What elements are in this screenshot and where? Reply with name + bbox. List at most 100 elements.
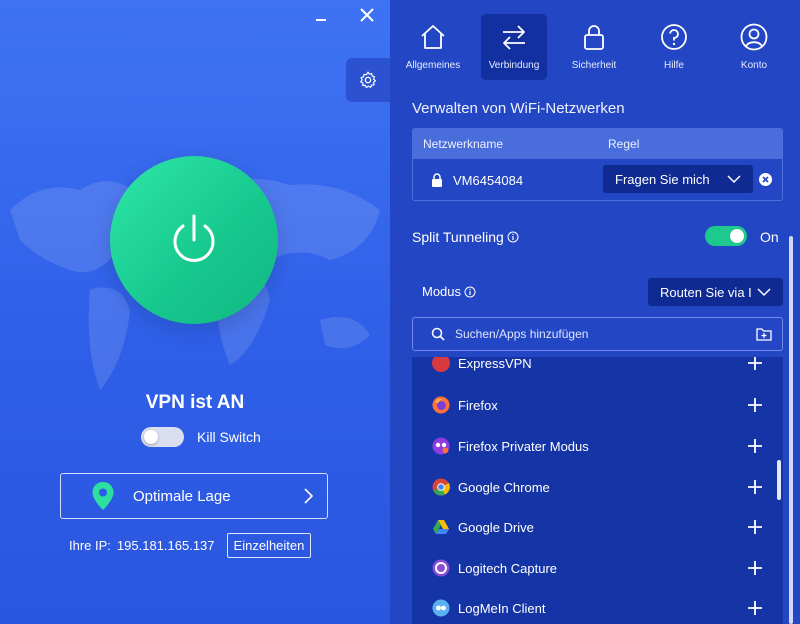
mode-value: Routen Sie via I [660, 284, 752, 300]
firefox-icon [432, 396, 450, 414]
ip-address: 195.181.165.137 [116, 538, 215, 553]
toggle-knob [144, 430, 158, 444]
kill-switch-toggle[interactable] [141, 427, 184, 447]
app-name: Logitech Capture [458, 560, 558, 576]
power-icon [173, 214, 215, 262]
add-folder-icon[interactable] [756, 327, 772, 341]
location-selector[interactable]: Optimale Lage [60, 473, 328, 519]
tab-allgemeines[interactable]: Allgemeines [400, 14, 466, 80]
list-item: Firefox [412, 385, 783, 425]
split-tunneling-label: Split Tunneling [412, 229, 504, 245]
plus-icon[interactable] [747, 397, 763, 413]
app-name: Firefox Privater Modus [458, 438, 589, 454]
list-item: ExpressVPN [412, 357, 783, 383]
tab-verbindung[interactable]: Verbindung [481, 14, 547, 80]
settings-tabs: Allgemeines Verbindung Sicherheit Hilfe … [390, 0, 800, 86]
tab-label: Hilfe [663, 60, 684, 71]
plus-icon[interactable] [747, 438, 763, 454]
minimize-button[interactable] [309, 4, 333, 28]
close-icon [360, 8, 374, 22]
chevron-down-icon [757, 288, 771, 297]
tab-label: Allgemeines [405, 60, 461, 71]
mode-dropdown[interactable]: Routen Sie via I [648, 278, 783, 306]
expressvpn-icon [432, 357, 450, 372]
tab-label: Konto [740, 60, 768, 71]
google-drive-icon [433, 520, 449, 534]
split-tunneling-state: On [760, 229, 779, 245]
search-input[interactable] [455, 327, 756, 341]
column-network-name: Netzwerkname [423, 137, 504, 151]
app-name: Google Drive [458, 519, 534, 535]
help-icon [661, 24, 687, 50]
table-header: Netzwerkname Regel [413, 129, 782, 159]
toggle-knob [730, 229, 744, 243]
gear-icon [360, 71, 377, 89]
app-name: ExpressVPN [458, 357, 532, 371]
plus-icon[interactable] [747, 560, 763, 576]
scrollbar-thumb[interactable] [789, 236, 793, 624]
rule-dropdown[interactable]: Fragen Sie mich [603, 165, 753, 193]
details-button[interactable]: Einzelheiten [226, 533, 312, 558]
logitech-capture-icon [432, 559, 450, 577]
app-list-scrollbar[interactable] [777, 460, 781, 500]
plus-icon[interactable] [747, 357, 763, 371]
app-search-box[interactable] [412, 317, 783, 351]
mode-label: Modus [422, 284, 462, 299]
chevron-down-icon [727, 175, 741, 184]
minimize-icon [316, 19, 326, 21]
rule-value: Fragen Sie mich [615, 171, 710, 187]
close-button[interactable] [355, 4, 379, 28]
network-name: VM6454084 [453, 172, 524, 188]
location-label: Optimale Lage [133, 487, 231, 505]
list-item: Google Chrome [412, 467, 783, 507]
app-name: LogMeIn Client [458, 600, 546, 616]
split-tunneling-row: Split Tunneling [412, 229, 519, 245]
column-rule: Regel [608, 137, 640, 151]
user-icon [740, 23, 768, 51]
tab-sicherheit[interactable]: Sicherheit [561, 14, 627, 80]
logmein-icon [432, 599, 450, 617]
plus-icon[interactable] [747, 600, 763, 616]
search-icon [431, 327, 445, 341]
tab-konto[interactable]: Konto [721, 14, 787, 80]
list-item: Firefox Privater Modus [412, 426, 783, 466]
table-row: VM6454084 Fragen Sie mich [413, 159, 782, 200]
arrows-exchange-icon [503, 25, 525, 50]
power-button[interactable] [110, 156, 278, 324]
info-icon[interactable] [464, 286, 476, 298]
close-icon [762, 176, 769, 183]
settings-button[interactable] [346, 58, 390, 102]
plus-icon[interactable] [747, 479, 763, 495]
info-icon[interactable] [507, 231, 519, 243]
firefox-private-icon [432, 437, 450, 455]
tab-hilfe[interactable]: Hilfe [641, 14, 707, 80]
kill-switch-row: Kill Switch [141, 427, 261, 447]
app-list: ExpressVPN Firefox Firefox Privater Modu… [412, 357, 783, 624]
vpn-status-panel: VPN ist AN Kill Switch Optimale Lage Ihr… [0, 0, 390, 624]
split-tunneling-toggle[interactable] [705, 226, 747, 246]
app-name: Firefox [458, 397, 498, 413]
app-name: Google Chrome [458, 479, 550, 495]
list-item: Logitech Capture [412, 548, 783, 588]
kill-switch-label: Kill Switch [197, 429, 261, 445]
settings-scrollbar[interactable] [789, 236, 793, 624]
mode-label-group: Modus [422, 284, 476, 299]
lock-icon [432, 173, 442, 187]
tab-label: Sicherheit [571, 60, 617, 71]
map-pin-icon [92, 482, 114, 510]
ip-info: Ihre IP: 195.181.165.137 Einzelheiten [69, 533, 312, 558]
plus-icon[interactable] [747, 519, 763, 535]
mode-row: Modus Routen Sie via I [412, 270, 783, 312]
ip-label: Ihre IP: [69, 538, 111, 553]
chevron-right-icon [304, 488, 314, 504]
list-item: Google Drive [412, 507, 783, 547]
scrollbar-thumb[interactable] [777, 460, 781, 500]
home-icon [421, 25, 445, 49]
settings-panel: Allgemeines Verbindung Sicherheit Hilfe … [390, 0, 800, 624]
remove-network-button[interactable] [759, 173, 772, 186]
wifi-network-table: Netzwerkname Regel VM6454084 Fragen Sie … [412, 128, 783, 201]
chrome-icon [432, 478, 450, 496]
vpn-status-text: VPN ist AN [145, 392, 245, 413]
tab-label: Verbindung [488, 60, 540, 71]
lock-icon [584, 25, 604, 50]
